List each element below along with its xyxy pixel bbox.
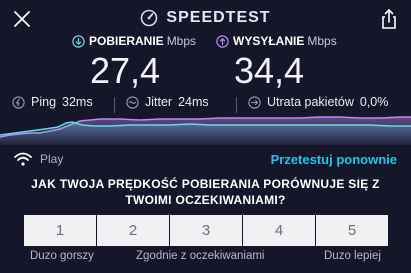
packet-loss-icon (248, 95, 261, 109)
scale-high-label: Duzo lepiej (324, 250, 381, 262)
survey-question: JAK TWOJA PRĘDKOŚĆ POBIERANIA PORÓWNUJE … (31, 177, 380, 207)
app-header: SPEEDTEST (0, 9, 411, 27)
packet-loss-label: Utrata pakietów (267, 95, 354, 109)
download-value: 27,4 (90, 50, 161, 91)
upload-arrow-icon (216, 34, 229, 48)
share-icon[interactable] (379, 8, 399, 30)
divider (114, 97, 115, 113)
download-unit: Mbps (166, 34, 197, 48)
ping-value: 32ms (62, 95, 93, 109)
rating-option-1[interactable]: 1 (24, 215, 96, 246)
rating-option-2[interactable]: 2 (97, 215, 169, 246)
retest-link[interactable]: Przetestuj ponownie (271, 152, 397, 167)
rating-scale: 1 2 3 4 5 (24, 215, 388, 246)
rating-option-5[interactable]: 5 (316, 215, 388, 246)
jitter-label: Jitter (145, 95, 173, 109)
upload-value: 34,4 (234, 50, 305, 91)
app-title: SPEEDTEST (166, 9, 271, 26)
download-arrow-icon (72, 34, 85, 48)
speedometer-icon (141, 9, 158, 27)
rating-option-4[interactable]: 4 (243, 215, 315, 246)
network-name: Play (40, 152, 64, 166)
download-header: POBIERANIE Mbps (72, 34, 196, 48)
ping-icon (12, 95, 25, 109)
ping-label: Ping (31, 95, 57, 109)
download-label: POBIERANIE (89, 34, 164, 48)
wifi-icon (14, 152, 32, 166)
stats-row: Ping 32ms Jitter 24ms Utrata pakietów 0,… (0, 95, 411, 113)
scale-mid-label: Zgodnie z oczekiwaniami (136, 250, 265, 262)
packet-loss-value: 0,0% (359, 95, 389, 109)
divider (236, 97, 237, 113)
packet-loss-stat: Utrata pakietów 0,0% (248, 95, 388, 109)
rating-option-3[interactable]: 3 (170, 215, 242, 246)
jitter-icon (126, 95, 139, 109)
ping-stat: Ping 32ms (12, 95, 93, 109)
upload-label: WYSYŁANIE (233, 34, 305, 48)
upload-unit: Mbps (307, 34, 337, 48)
scale-low-label: Duzo gorszy (30, 250, 94, 262)
upload-header: WYSYŁANIE Mbps (216, 34, 337, 48)
jitter-value: 24ms (178, 95, 209, 109)
speed-graph (0, 116, 411, 145)
jitter-stat: Jitter 24ms (126, 95, 209, 109)
